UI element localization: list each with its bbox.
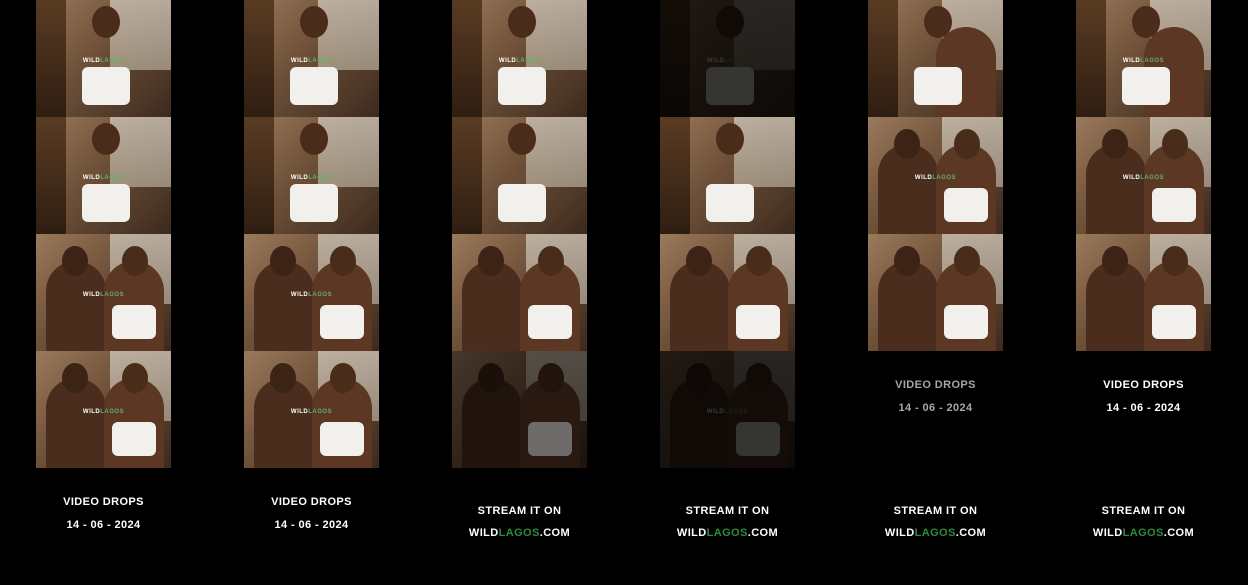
watermark: WILDLAGOS xyxy=(82,174,125,181)
video-frame: WILDLAGOS xyxy=(244,234,379,351)
release-date: 14 - 06 - 2024 xyxy=(274,519,349,531)
stream-label: STREAM IT ON xyxy=(477,505,562,517)
video-frame xyxy=(452,234,587,351)
release-label: VIDEO DROPS xyxy=(895,379,976,391)
stream-label: STREAM IT ON xyxy=(893,505,978,517)
watermark: WILDLAGOS xyxy=(1122,174,1165,181)
website-link[interactable]: WILDLAGOS.COM xyxy=(1076,527,1211,539)
watermark: WILDLAGOS xyxy=(498,57,541,64)
watermark: WILDLAGOS xyxy=(290,291,333,298)
video-frame: WILDLAGOS xyxy=(244,117,379,234)
video-frame xyxy=(452,351,587,468)
release-label: VIDEO DROPS xyxy=(63,496,144,508)
watermark: WILDLAGOS xyxy=(82,57,125,64)
watermark: WILDLAGOS xyxy=(290,408,333,415)
video-frame: WILDLAGOS xyxy=(868,117,1003,234)
release-label: VIDEO DROPS xyxy=(271,496,352,508)
stream-label: STREAM IT ON xyxy=(1101,505,1186,517)
video-frame: WILDLAGOS xyxy=(36,117,171,234)
website-link[interactable]: WILDLAGOS.COM xyxy=(452,527,587,539)
video-frame: WILDLAGOS xyxy=(660,351,795,468)
release-date: 14 - 06 - 2024 xyxy=(898,402,973,414)
release-date: 14 - 06 - 2024 xyxy=(1106,402,1181,414)
video-frame: WILDLAGOS xyxy=(452,0,587,117)
watermark: WILDLAGOS xyxy=(706,408,749,415)
watermark: WILDLAGOS xyxy=(914,174,957,181)
video-frame xyxy=(1076,234,1211,351)
video-frame: WILDLAGOS xyxy=(244,351,379,468)
video-frame xyxy=(868,234,1003,351)
watermark: WILDLAGOS xyxy=(82,408,125,415)
video-frame: WILDLAGOS xyxy=(36,351,171,468)
watermark: WILDLAGOS xyxy=(82,291,125,298)
video-frame: WILDLAGOS xyxy=(1076,117,1211,234)
stream-label: STREAM IT ON xyxy=(685,505,770,517)
video-frame: WILDLAGOS xyxy=(36,234,171,351)
video-frame xyxy=(452,117,587,234)
website-link[interactable]: WILDLAGOS.COM xyxy=(660,527,795,539)
watermark: WILDLAGOS xyxy=(290,57,333,64)
release-date: 14 - 06 - 2024 xyxy=(66,519,141,531)
release-label: VIDEO DROPS xyxy=(1103,379,1184,391)
video-frame xyxy=(868,0,1003,117)
video-frame xyxy=(660,234,795,351)
video-frame: WILDLAGOS xyxy=(660,0,795,117)
video-frame: WILDLAGOS xyxy=(36,0,171,117)
watermark: WILDLAGOS xyxy=(1122,57,1165,64)
watermark: WILDLAGOS xyxy=(290,174,333,181)
video-frame xyxy=(660,117,795,234)
video-frame: WILDLAGOS xyxy=(244,0,379,117)
video-frame: WILDLAGOS xyxy=(1076,0,1211,117)
watermark: WILDLAGOS xyxy=(706,57,749,64)
page: { "columns": [ { "frames": 4, "caption_l… xyxy=(0,0,1248,585)
website-link[interactable]: WILDLAGOS.COM xyxy=(868,527,1003,539)
